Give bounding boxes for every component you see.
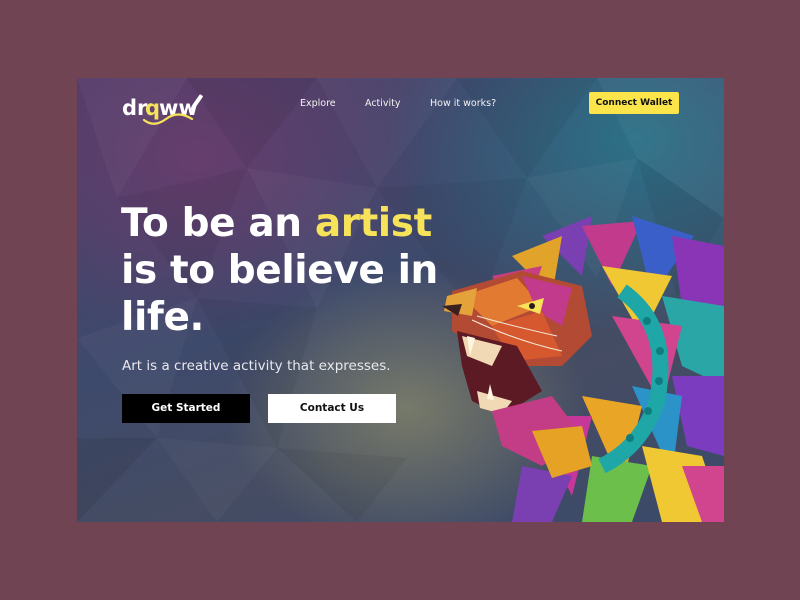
landing-page-frame: dr q ww drqww Explore Activity How it wo… [77, 78, 724, 522]
hero-subtitle: Art is a creative activity that expresse… [122, 358, 391, 374]
connect-wallet-button[interactable]: Connect Wallet [589, 92, 679, 114]
nav-activity[interactable]: Activity [365, 98, 401, 109]
headline-part1: To be an [121, 201, 315, 246]
colorful-lion-illustration [442, 216, 724, 522]
brand-logo[interactable]: dr q ww [122, 90, 214, 126]
headline-part2: is to believe in life. [121, 248, 438, 340]
headline-accent: artist [314, 201, 432, 246]
nav-explore[interactable]: Explore [300, 98, 336, 109]
hero-headline: To be an artist is to believe in life. [121, 200, 481, 341]
logo-text-q: q [145, 96, 160, 120]
contact-us-button[interactable]: Contact Us [268, 394, 396, 423]
get-started-button[interactable]: Get Started [122, 394, 250, 423]
nav-how-it-works[interactable]: How it works? [430, 98, 496, 109]
